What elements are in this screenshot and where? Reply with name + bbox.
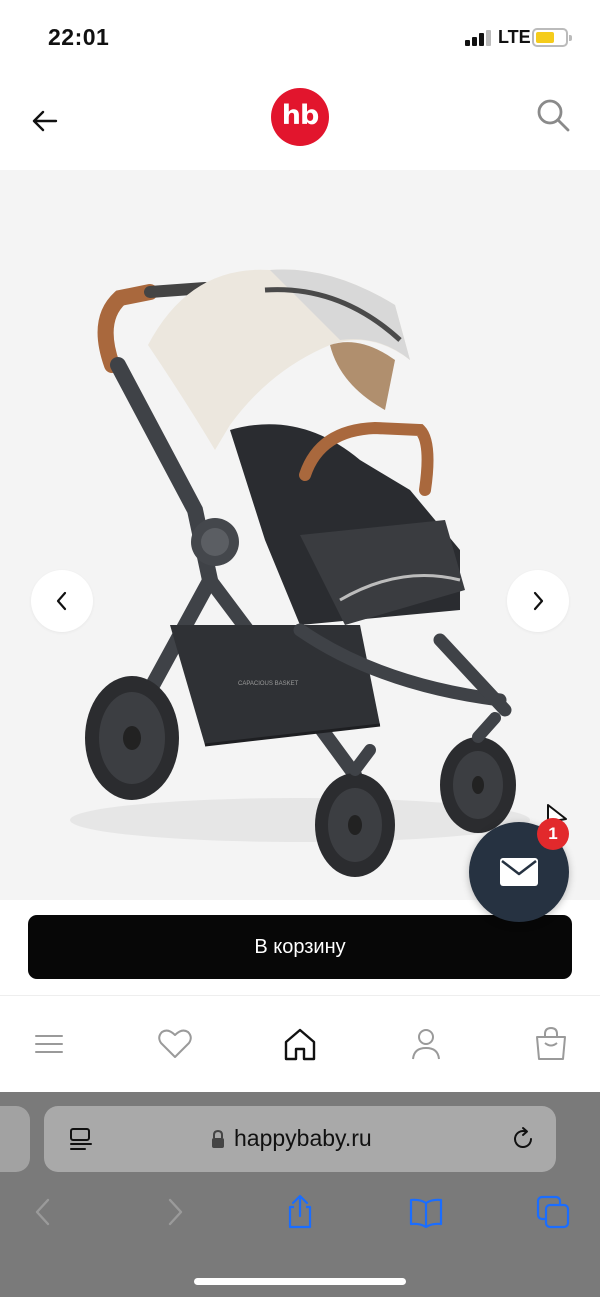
previous-tab[interactable]: [0, 1106, 30, 1172]
bottom-nav: [0, 995, 600, 1092]
bookmarks-icon[interactable]: [408, 1194, 444, 1230]
add-to-cart-button[interactable]: В корзину: [28, 915, 572, 979]
lock-icon: [212, 1129, 224, 1148]
url-text: happybaby.ru: [234, 1125, 372, 1151]
gallery-next-button[interactable]: [507, 570, 569, 632]
site-header: hb: [0, 72, 600, 170]
heart-icon[interactable]: [155, 1024, 195, 1064]
reload-icon[interactable]: [510, 1126, 536, 1152]
brand-logo[interactable]: hb: [271, 88, 329, 146]
product-page: 22:01 LTE hb CAPACIOUS BASKET 1 В корзин…: [0, 0, 600, 1297]
home-indicator: [194, 1278, 406, 1285]
reader-icon[interactable]: [68, 1126, 94, 1152]
basket-label: CAPACIOUS BASKET: [238, 681, 299, 687]
gallery-prev-button[interactable]: [31, 570, 93, 632]
mail-icon: [500, 858, 538, 886]
logo-text: hb: [281, 100, 320, 131]
search-icon[interactable]: [535, 97, 571, 133]
product-gallery[interactable]: CAPACIOUS BASKET: [0, 170, 600, 900]
chevron-right-icon: [533, 591, 544, 611]
browser-forward-icon[interactable]: [156, 1194, 192, 1230]
battery-icon: [532, 28, 572, 47]
chevron-left-icon: [56, 591, 67, 611]
tabs-icon[interactable]: [535, 1194, 571, 1230]
status-time: 22:01: [48, 24, 110, 50]
home-icon[interactable]: [280, 1024, 320, 1064]
signal-icon: [465, 30, 491, 46]
arrow-left-icon[interactable]: [30, 106, 60, 136]
stroller-image: CAPACIOUS BASKET: [70, 269, 530, 877]
status-bar: 22:01 LTE: [0, 0, 600, 72]
user-icon[interactable]: [406, 1024, 446, 1064]
browser-back-icon[interactable]: [26, 1194, 62, 1230]
browser-chrome: happybaby.ru: [0, 1092, 600, 1297]
share-icon[interactable]: [282, 1194, 318, 1230]
chat-badge: 1: [537, 818, 569, 850]
network-label: LTE: [498, 27, 531, 47]
shopping-bag-icon[interactable]: [531, 1024, 571, 1064]
menu-icon[interactable]: [29, 1024, 69, 1064]
url-bar[interactable]: happybaby.ru: [44, 1106, 556, 1172]
